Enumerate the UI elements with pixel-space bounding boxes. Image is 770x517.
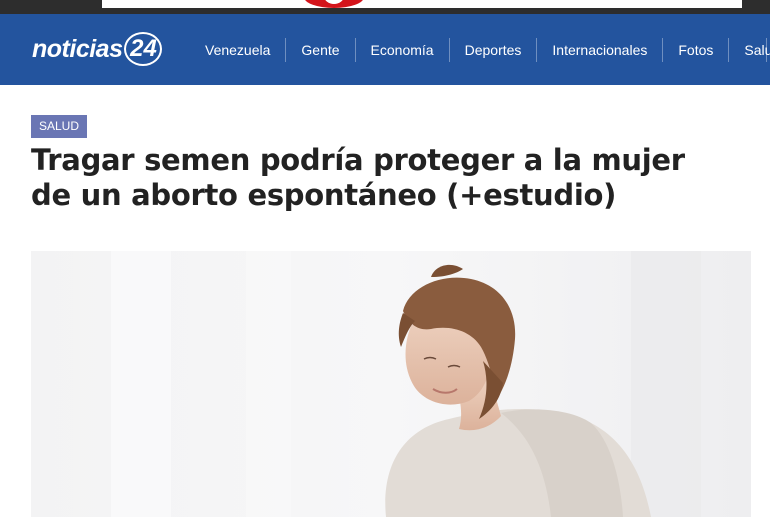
nav-item-fotos[interactable]: Fotos (662, 37, 728, 62)
nav-item-gente[interactable]: Gente (285, 37, 354, 62)
logo-number-badge: 24 (124, 32, 163, 66)
nav-item-venezuela[interactable]: Venezuela (190, 38, 285, 62)
nav-item-deportes[interactable]: Deportes (448, 37, 537, 62)
nav-divider (766, 38, 767, 62)
main-nav: Venezuela Gente Economía Deportes Intern… (190, 14, 770, 85)
article-hero-image (31, 251, 751, 517)
nav-item-economia[interactable]: Economía (354, 37, 449, 62)
article-title: Tragar semen podría proteger a la mujer … (31, 143, 685, 212)
nav-item-internacionales[interactable]: Internacionales (536, 37, 662, 62)
ad-content[interactable] (102, 0, 742, 8)
top-ad-banner[interactable] (0, 0, 770, 14)
nav-item-salud[interactable]: Salud (728, 37, 770, 62)
site-header: noticias 24 Venezuela Gente Economía Dep… (0, 14, 770, 85)
logo-text: noticias (32, 34, 123, 63)
hero-photo-illustration (31, 251, 751, 517)
site-logo[interactable]: noticias 24 (32, 30, 163, 68)
category-badge[interactable]: SALUD (31, 115, 88, 138)
